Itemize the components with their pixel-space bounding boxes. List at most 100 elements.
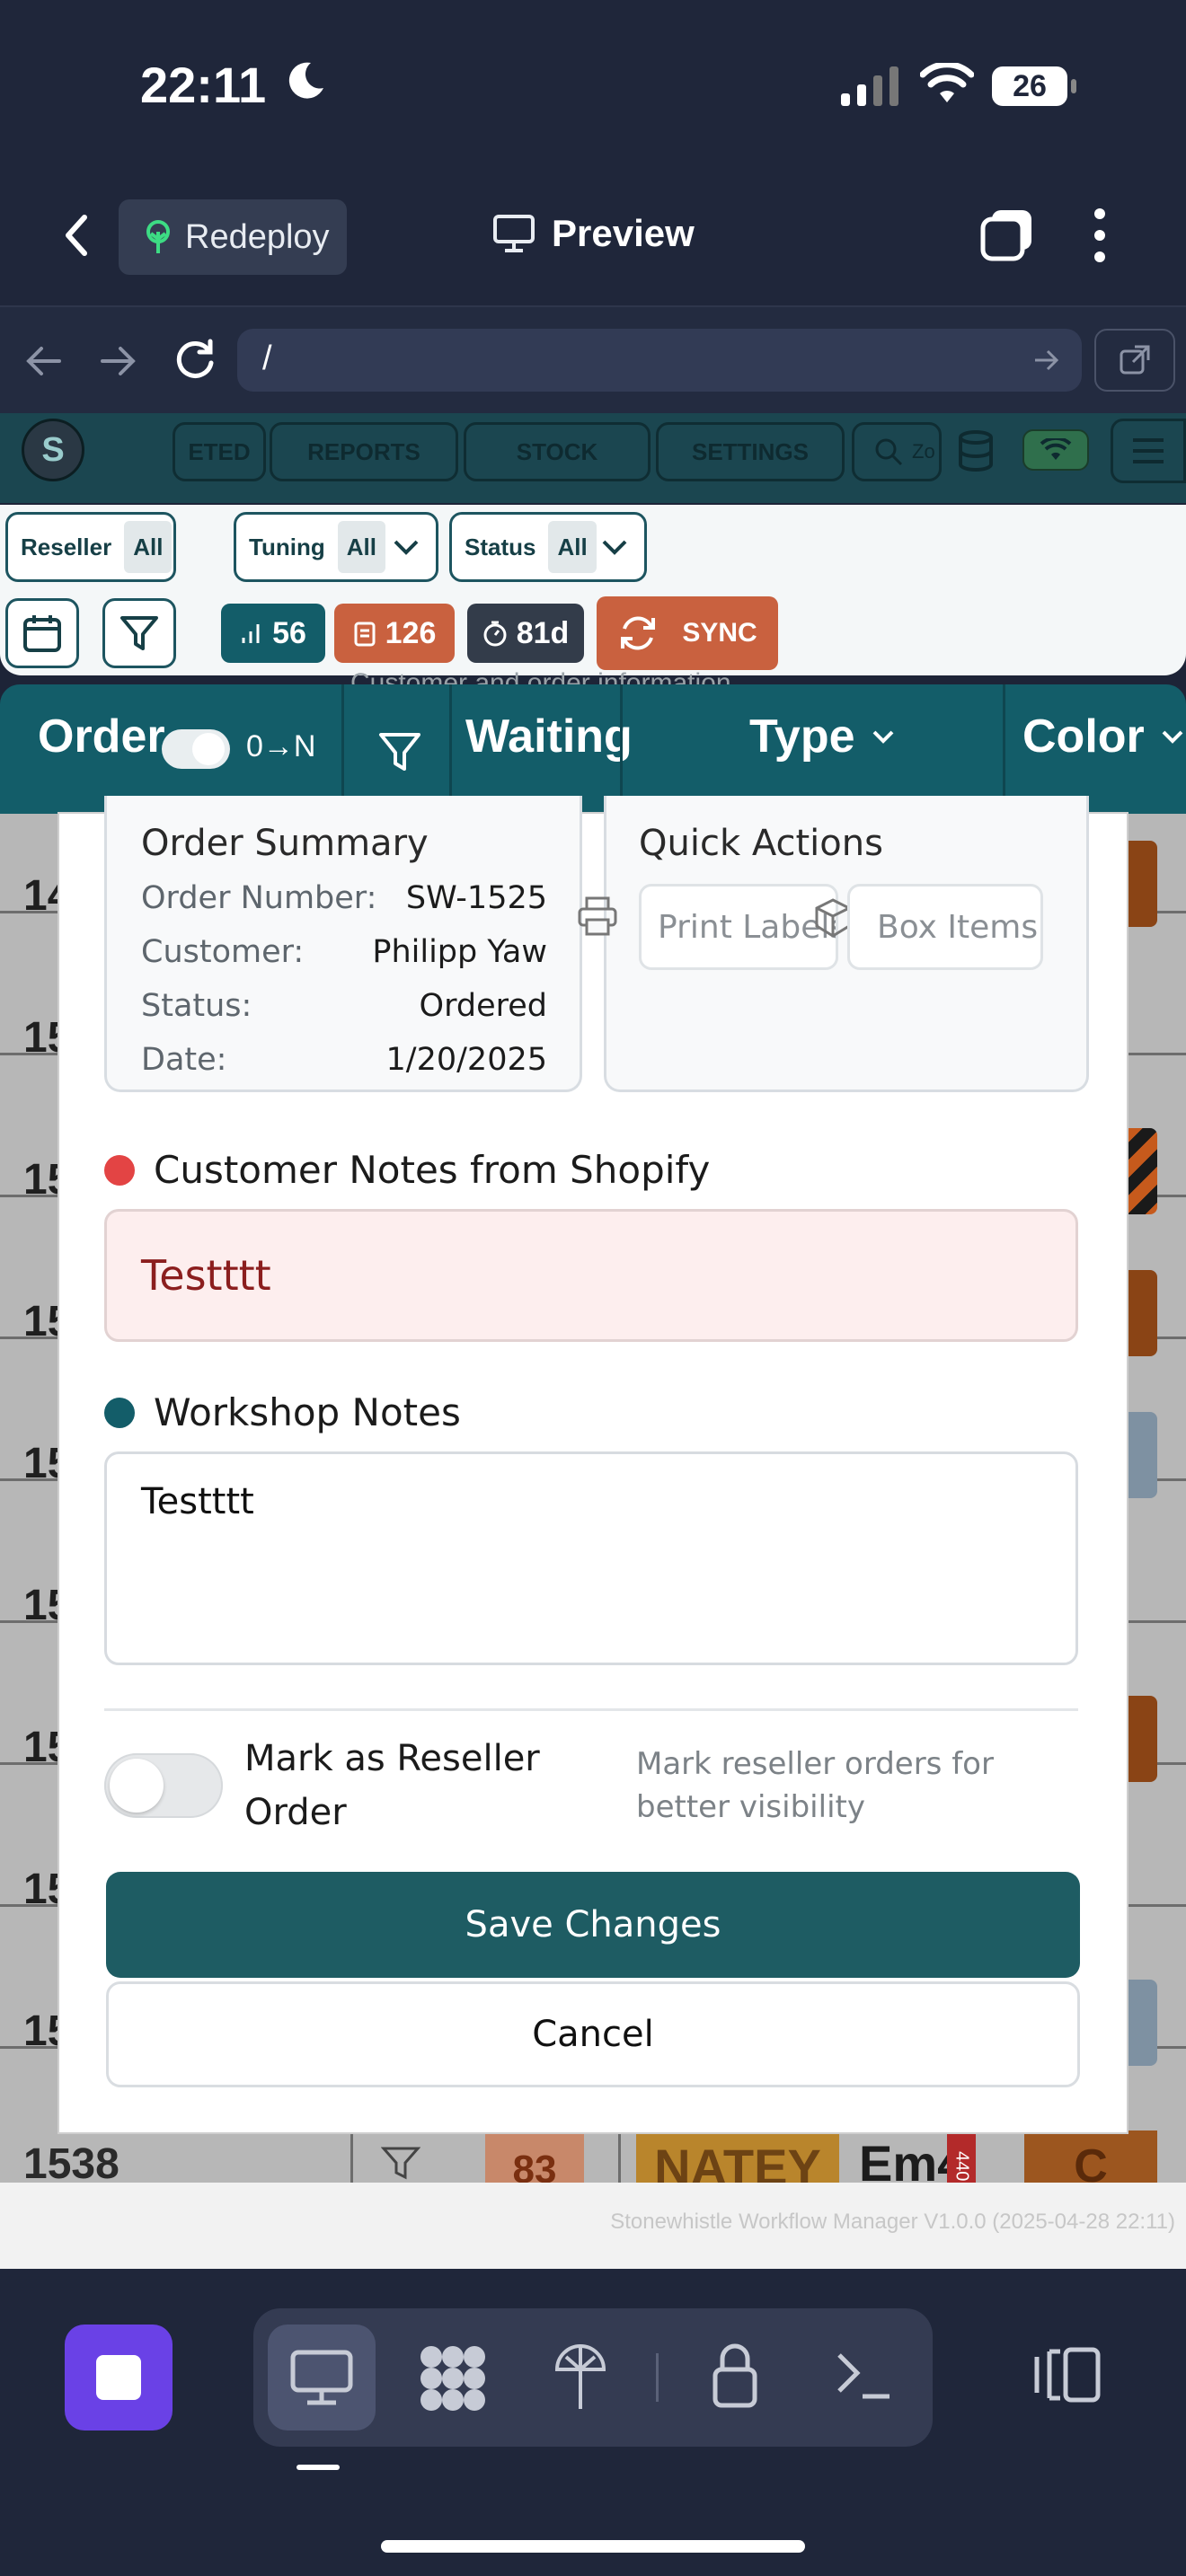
divider <box>620 684 623 814</box>
date-value: 1/20/2025 <box>385 1042 547 1078</box>
chevron-down-icon <box>872 730 893 744</box>
sync-button[interactable]: SYNC <box>597 596 778 670</box>
monitor-icon <box>290 2350 353 2405</box>
date-filter-button[interactable] <box>5 598 79 668</box>
battery-tip <box>1071 79 1076 93</box>
reseller-hint: Mark reseller orders for better visibili… <box>636 1746 994 1825</box>
search-placeholder: Zo <box>912 440 935 463</box>
days-badge: 81d <box>467 604 584 663</box>
chevron-down-icon <box>602 540 627 555</box>
order-summary-title: Order Summary <box>141 823 429 864</box>
menu-button[interactable] <box>1111 419 1186 483</box>
search-icon <box>875 438 903 466</box>
filter-icon[interactable] <box>377 729 422 774</box>
tabs-icon[interactable] <box>979 207 1037 264</box>
network-icon[interactable] <box>552 2341 609 2413</box>
timer-icon <box>483 621 507 647</box>
bar-chart-icon <box>242 624 260 643</box>
active-indicator <box>296 2465 340 2470</box>
filter-icon <box>120 616 158 650</box>
stop-icon <box>96 2355 141 2400</box>
waiting-column-header[interactable]: Waiting <box>465 710 633 763</box>
reseller-filter[interactable]: Reseller All <box>5 512 176 582</box>
type-column-label: Type <box>749 710 855 763</box>
url-input[interactable]: / <box>237 329 1082 392</box>
terminal-icon[interactable] <box>834 2348 891 2402</box>
order-number-value: SW-1525 <box>405 880 547 916</box>
more-options-icon[interactable] <box>1091 207 1109 264</box>
dock-divider <box>656 2353 659 2402</box>
back-arrow-icon[interactable] <box>23 343 63 379</box>
sort-direction: 0→N <box>246 729 316 763</box>
app-logo[interactable]: S <box>22 419 84 481</box>
count-value: 56 <box>272 615 306 650</box>
url-text: / <box>262 340 272 377</box>
go-arrow-icon[interactable] <box>1033 348 1060 372</box>
customer-notes-dot <box>104 1155 135 1186</box>
open-external-button[interactable] <box>1094 329 1175 392</box>
tab-stock[interactable]: STOCK <box>464 422 651 481</box>
tab-reports[interactable]: REPORTS <box>270 422 458 481</box>
status-filter-label: Status <box>465 533 536 560</box>
reseller-toggle[interactable] <box>104 1753 223 1818</box>
clipboard-icon <box>354 622 376 647</box>
count-badge: 56 <box>221 604 325 663</box>
tuning-filter[interactable]: Tuning All <box>234 512 438 582</box>
tuning-filter-value: All <box>337 521 385 573</box>
type-column-header[interactable]: Type <box>749 710 895 763</box>
workshop-notes-input[interactable]: Testttt <box>104 1451 1078 1665</box>
customer-notes-title: Customer Notes from Shopify <box>154 1148 711 1192</box>
days-value: 81d <box>516 615 570 650</box>
hamburger-icon <box>1133 438 1164 463</box>
section-caption: Customer and order information <box>350 668 731 684</box>
order-column-header[interactable]: Order <box>38 710 165 763</box>
box-items-label: Box Items (0) <box>877 908 1040 946</box>
box-items-button[interactable]: Box Items (0) <box>847 884 1043 970</box>
color-column-header[interactable]: Color <box>1022 710 1184 763</box>
footer-version: Stonewhistle Workflow Manager V1.0.0 (20… <box>610 2210 1175 2234</box>
apps-icon[interactable] <box>417 2342 489 2414</box>
sync-label: SYNC <box>682 618 757 648</box>
status-value: Ordered <box>419 988 547 1024</box>
tree-icon <box>146 220 170 253</box>
nav-search[interactable]: Zo <box>852 422 942 481</box>
sync-icon <box>621 616 656 650</box>
monitor-icon <box>493 215 535 252</box>
workshop-notes-title: Workshop Notes <box>154 1390 461 1434</box>
order-sort-toggle[interactable] <box>162 729 230 769</box>
split-view-icon[interactable] <box>1033 2346 1102 2404</box>
date-label: Date: <box>141 1042 227 1078</box>
stop-button[interactable] <box>65 2325 173 2430</box>
database-icon[interactable] <box>956 429 996 472</box>
cancel-button[interactable]: Cancel <box>106 1981 1080 2087</box>
redeploy-button[interactable]: Redeploy <box>119 199 347 275</box>
lock-icon[interactable] <box>710 2339 760 2411</box>
chevron-down-icon <box>394 540 419 555</box>
advanced-filter-button[interactable] <box>102 598 176 668</box>
app-footer: Stonewhistle Workflow Manager V1.0.0 (20… <box>0 2183 1186 2269</box>
divider <box>449 684 452 814</box>
forward-arrow-icon[interactable] <box>99 343 138 379</box>
tuning-filter-label: Tuning <box>249 533 325 560</box>
reload-icon[interactable] <box>173 338 217 383</box>
divider <box>1003 684 1005 814</box>
tab-settings[interactable]: SETTINGS <box>656 422 845 481</box>
redeploy-label: Redeploy <box>185 217 330 256</box>
preview-tab[interactable]: Preview <box>492 212 695 255</box>
save-changes-button[interactable]: Save Changes <box>106 1872 1080 1978</box>
status-filter[interactable]: Status All <box>449 512 647 582</box>
tab-completed[interactable]: ETED <box>173 422 266 481</box>
divider <box>341 684 344 814</box>
clock: 22:11 <box>140 57 267 113</box>
wifi-icon <box>920 63 974 102</box>
reseller-toggle-label: Mark as Reseller Order <box>244 1738 540 1833</box>
preview-label: Preview <box>552 212 695 254</box>
row-number: 1538 <box>23 2140 119 2188</box>
chevron-left-icon[interactable] <box>59 212 95 259</box>
section-divider <box>104 1708 1078 1711</box>
signal-icon <box>841 66 898 106</box>
filter-icon <box>381 2147 420 2180</box>
orders-value: 126 <box>385 615 437 650</box>
print-labels-button[interactable]: Print Labels (0) <box>639 884 838 970</box>
desktop-view-button[interactable] <box>268 2325 376 2430</box>
